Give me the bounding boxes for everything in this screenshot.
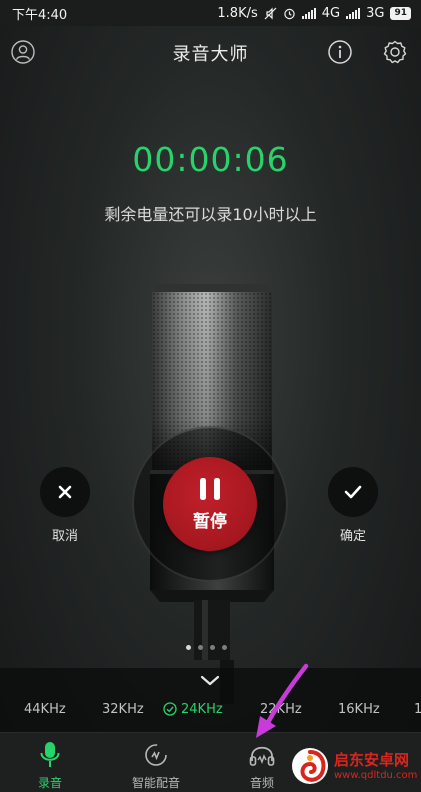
- page-dot: [210, 645, 215, 650]
- pause-icon: [200, 477, 220, 500]
- status-indicators: 1.8K/s 4G 3G 91: [217, 6, 411, 21]
- net-speed: 1.8K/s: [217, 5, 258, 21]
- cancel-label: 取消: [51, 529, 78, 544]
- page-dot: [186, 645, 191, 650]
- headphones-icon: [249, 746, 275, 766]
- selected-check-icon: [163, 702, 177, 716]
- watermark-logo-icon: [292, 748, 328, 784]
- pause-button[interactable]: 暂停: [163, 457, 257, 551]
- mute-icon: [264, 7, 277, 19]
- user-icon[interactable]: [10, 39, 36, 65]
- watermark-url: www.qdltdu.com: [334, 769, 418, 781]
- signal-icon-2: [346, 7, 361, 19]
- nav-label-dubbing: 智能配音: [131, 776, 180, 790]
- gear-icon[interactable]: [382, 39, 408, 65]
- page-dot: [198, 645, 203, 650]
- watermark: 启东安卓网 www.qdltdu.com: [290, 742, 420, 790]
- network-type-1: 4G: [321, 5, 341, 21]
- cancel-button[interactable]: [40, 467, 90, 517]
- annotation-arrow: [256, 663, 309, 738]
- mic-icon: [40, 742, 60, 767]
- alarm-icon: [284, 8, 295, 19]
- battery-remaining-text: 剩余电量还可以录10小时以上: [104, 205, 317, 224]
- info-icon[interactable]: [327, 39, 353, 65]
- app-header: 录音大师: [0, 26, 421, 80]
- page-indicator: [186, 645, 227, 650]
- freq-option-44khz[interactable]: 44KHz: [24, 702, 66, 717]
- freq-option-16khz[interactable]: 16KHz: [338, 702, 380, 717]
- nav-item-dubbing[interactable]: 智能配音: [111, 733, 201, 792]
- page-dot: [222, 645, 227, 650]
- recorder-screen: 下午4:40 1.8K/s 4G 3G 91 录音大师 00:00:06 剩余电…: [0, 0, 421, 792]
- nav-item-record[interactable]: 录音: [5, 733, 95, 792]
- page-title: 录音大师: [172, 44, 249, 65]
- signal-icon: [301, 7, 316, 19]
- nav-label-record: 录音: [37, 776, 62, 790]
- watermark-name: 启东安卓网: [334, 750, 410, 769]
- freq-option-32khz[interactable]: 32KHz: [102, 702, 144, 717]
- chevron-down-icon[interactable]: [198, 674, 222, 688]
- recording-timer: 00:00:06: [132, 140, 289, 179]
- battery-icon: 91: [390, 6, 411, 20]
- confirm-label: 确定: [339, 529, 366, 544]
- pause-label: 暂停: [193, 511, 227, 532]
- close-icon: [58, 485, 72, 499]
- freq-option-more[interactable]: 1: [414, 702, 421, 717]
- check-icon: [344, 485, 362, 499]
- network-type-2: 3G: [366, 5, 385, 21]
- sample-rate-selector: 44KHz 32KHz 24KHz 22KHz 16KHz 1: [0, 668, 421, 732]
- status-bar: 下午4:40 1.8K/s 4G 3G 91: [0, 0, 421, 26]
- status-time: 下午4:40: [12, 7, 68, 23]
- confirm-button[interactable]: [328, 467, 378, 517]
- dubbing-icon: [145, 744, 167, 766]
- watermark-text: 启东安卓网 www.qdltdu.com: [334, 751, 417, 782]
- freq-option-24khz[interactable]: 24KHz: [181, 702, 223, 717]
